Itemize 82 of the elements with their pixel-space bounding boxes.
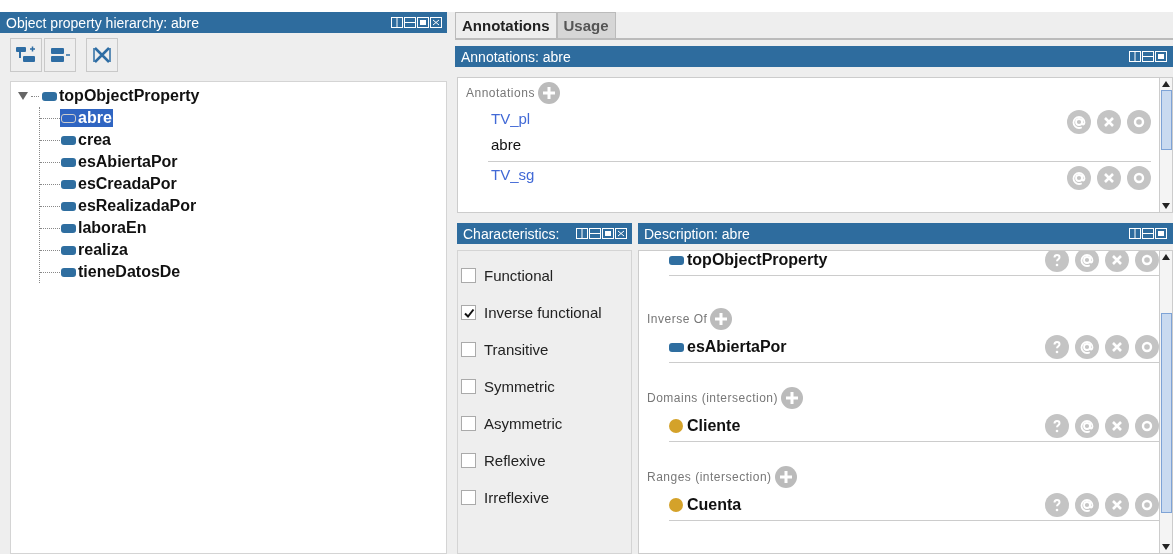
add-subproperty-button[interactable] [10, 38, 42, 72]
annotation-value: abre [491, 136, 523, 153]
scroll-up-icon[interactable] [1162, 254, 1170, 260]
expand-triangle-icon[interactable] [17, 91, 29, 101]
help-icon[interactable] [1045, 251, 1069, 272]
close-icon[interactable] [1097, 110, 1121, 134]
checkbox-label: Reflexive [484, 452, 546, 469]
annotate-icon[interactable] [1067, 166, 1091, 190]
add-icon[interactable] [537, 82, 560, 104]
add-icon[interactable] [710, 308, 733, 330]
close-icon[interactable] [1097, 166, 1121, 190]
entity-name[interactable]: Cliente [669, 417, 741, 435]
checkbox[interactable] [461, 342, 476, 357]
ring-icon[interactable] [1135, 335, 1159, 359]
close-icon[interactable] [1105, 414, 1129, 438]
panel-title: Object property hierarchy: abre [6, 14, 199, 31]
entity-name[interactable]: topObjectProperty [669, 251, 828, 269]
close-icon[interactable] [1105, 335, 1129, 359]
entity-name[interactable]: Cuenta [669, 496, 742, 514]
panel-title: Description: abre [644, 225, 750, 242]
entity-name[interactable]: esAbiertaPor [669, 338, 787, 356]
tab[interactable]: Annotations [455, 12, 557, 38]
view-controls-icon[interactable] [576, 228, 628, 239]
panel-title: Characteristics: [463, 225, 560, 242]
delete-button[interactable] [86, 38, 118, 72]
annotate-icon[interactable] [1075, 251, 1099, 272]
sibling-add-icon [49, 46, 71, 64]
cross-icon [92, 46, 112, 64]
section-label: Annotations [466, 86, 535, 100]
tab[interactable]: Usage [556, 12, 616, 38]
add-icon[interactable] [781, 387, 804, 409]
section-label: Ranges (intersection) [647, 470, 772, 484]
annotate-icon[interactable] [1075, 414, 1099, 438]
checkbox[interactable] [461, 305, 476, 320]
tree-item[interactable]: tieneDatosDe [60, 263, 182, 281]
close-icon[interactable] [1105, 251, 1129, 272]
panel-title: Annotations: abre [461, 48, 571, 65]
add-sibling-button[interactable] [44, 38, 76, 72]
view-controls-icon[interactable] [1129, 228, 1169, 239]
checkbox-label: Irreflexive [484, 489, 550, 506]
scroll-up-icon[interactable] [1162, 81, 1170, 87]
tree-item[interactable]: topObjectProperty [41, 87, 201, 105]
view-controls-icon[interactable] [391, 17, 443, 28]
ring-icon[interactable] [1127, 166, 1151, 190]
annotate-icon[interactable] [1075, 493, 1099, 517]
hierarchy-add-icon [15, 46, 37, 64]
close-icon[interactable] [1105, 493, 1129, 517]
annotation-property-link[interactable]: TV_pl [491, 110, 531, 127]
checkbox-label: Inverse functional [484, 304, 602, 321]
checkbox-label: Functional [484, 267, 554, 284]
section-label: Inverse Of [647, 312, 708, 326]
scroll-down-icon[interactable] [1162, 203, 1170, 209]
checkbox-label: Symmetric [484, 378, 555, 395]
checkbox[interactable] [461, 379, 476, 394]
add-icon[interactable] [774, 466, 797, 488]
tree-item[interactable]: laboraEn [60, 219, 148, 237]
annotation-property-link[interactable]: TV_sg [491, 166, 535, 183]
tree-item[interactable]: abre [60, 109, 113, 127]
checkbox[interactable] [461, 416, 476, 431]
annotate-icon[interactable] [1075, 335, 1099, 359]
section-label: Domains (intersection) [647, 391, 779, 405]
tree-item[interactable]: esCreadaPor [60, 175, 178, 193]
checkbox[interactable] [461, 490, 476, 505]
view-controls-icon[interactable] [1129, 51, 1169, 62]
tree-item[interactable]: crea [60, 131, 112, 149]
ring-icon[interactable] [1135, 493, 1159, 517]
annotate-icon[interactable] [1067, 110, 1091, 134]
tree-item[interactable]: esRealizadaPor [60, 197, 198, 215]
ring-icon[interactable] [1127, 110, 1151, 134]
scrollbar[interactable] [1159, 78, 1172, 212]
checkbox[interactable] [461, 453, 476, 468]
checkbox-label: Asymmetric [484, 415, 563, 432]
scroll-down-icon[interactable] [1162, 544, 1170, 550]
scrollbar[interactable] [1159, 251, 1172, 553]
tree-item[interactable]: esAbiertaPor [60, 153, 179, 171]
help-icon[interactable] [1045, 414, 1069, 438]
tree-item[interactable]: realiza [60, 241, 129, 259]
help-icon[interactable] [1045, 493, 1069, 517]
ring-icon[interactable] [1135, 414, 1159, 438]
checkbox[interactable] [461, 268, 476, 283]
help-icon[interactable] [1045, 335, 1069, 359]
checkbox-label: Transitive [484, 341, 549, 358]
